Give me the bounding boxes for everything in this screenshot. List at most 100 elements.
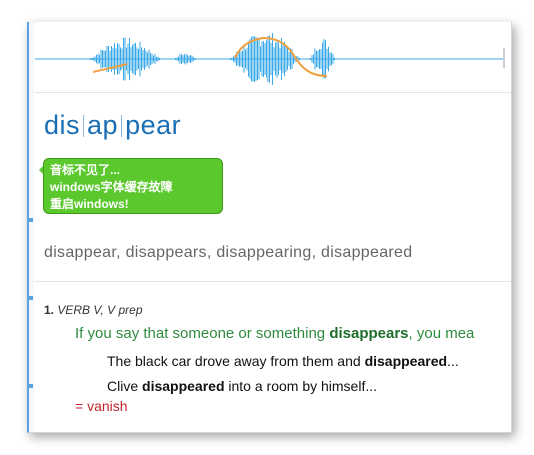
waveform-bar xyxy=(194,58,196,60)
waveform-bar xyxy=(230,58,231,60)
waveform-bar xyxy=(148,49,150,69)
synonym-link[interactable]: = vanish xyxy=(75,398,128,414)
error-tooltip[interactable]: 音标不见了... windows字体缓存故障 重启windows! xyxy=(43,158,223,214)
waveform-bar xyxy=(246,47,248,71)
waveform-bar xyxy=(251,36,252,82)
syllable-1: dis xyxy=(44,110,81,140)
example-sentence: Clive disappeared into a room by himself… xyxy=(107,378,377,394)
section-divider xyxy=(35,281,511,282)
pronunciation-waveform[interactable] xyxy=(35,28,505,90)
waveform-bar xyxy=(275,42,276,76)
waveform-bar xyxy=(243,45,245,73)
waveform-bar xyxy=(181,53,182,65)
example-text: ... xyxy=(447,353,459,369)
waveform-bar xyxy=(288,51,290,67)
syllable-separator xyxy=(83,115,85,137)
waveform-bar xyxy=(313,54,314,64)
waveform-bar xyxy=(319,49,320,69)
waveform-bar xyxy=(96,54,97,64)
waveform-bar xyxy=(150,52,151,66)
waveform-bar xyxy=(322,42,323,76)
waveform-bar xyxy=(254,36,255,82)
waveform-bar xyxy=(326,48,328,70)
definition-suffix: , you mea xyxy=(408,325,475,342)
waveform-bar xyxy=(117,43,118,75)
waveform-bar xyxy=(266,40,267,78)
headword: dis ap pear xyxy=(44,110,181,141)
waveform-bar xyxy=(272,33,273,85)
waveform-bar xyxy=(147,52,148,66)
position-marker xyxy=(29,384,33,388)
waveform-bar xyxy=(325,39,326,79)
waveform-bar xyxy=(320,49,322,69)
waveform-bar xyxy=(193,57,194,61)
waveform-bar xyxy=(139,41,141,77)
waveform-bar xyxy=(187,55,188,63)
definition-keyword: disappears xyxy=(329,325,409,342)
waveform-bar xyxy=(159,58,160,60)
waveform-bar xyxy=(281,38,282,80)
grammar-pattern: VERB V, V prep xyxy=(57,303,143,317)
example-keyword: disappeared xyxy=(364,353,448,369)
waveform-bar xyxy=(94,56,96,62)
waveform-bar xyxy=(316,50,317,68)
waveform-bar xyxy=(188,55,190,63)
waveform-bar xyxy=(127,43,129,75)
waveform-bar xyxy=(299,57,300,61)
waveform-bar xyxy=(118,43,120,75)
waveform-bar xyxy=(191,55,193,63)
position-marker xyxy=(29,296,33,300)
waveform-cursor xyxy=(503,48,505,68)
waveform-bar xyxy=(255,37,257,81)
waveform-bar xyxy=(91,57,93,61)
example-sentence: The black car drove away from them and d… xyxy=(107,353,459,369)
tooltip-line: 重启windows! xyxy=(50,197,129,211)
waveform-bar xyxy=(185,53,187,65)
example-text: Clive xyxy=(107,378,143,394)
waveform-bar xyxy=(120,47,121,71)
waveform-bar xyxy=(153,55,154,63)
waveform-bar xyxy=(129,37,130,81)
sense-definition: If you say that someone or something dis… xyxy=(75,325,474,342)
waveform-bar xyxy=(314,48,316,70)
waveform-bar xyxy=(142,50,144,68)
waveform-bar xyxy=(284,41,285,77)
waveform-bar xyxy=(233,56,234,62)
waveform-bar xyxy=(97,53,99,65)
waveform-bar xyxy=(135,42,136,76)
position-marker xyxy=(29,218,33,222)
waveform-bar xyxy=(176,57,178,61)
waveform-bar xyxy=(179,54,181,64)
waveform-bar xyxy=(136,47,138,71)
waveform-bar xyxy=(93,57,94,61)
waveform-bar xyxy=(154,53,156,65)
example-text: The black car drove away from them and xyxy=(107,353,365,369)
waveform-bar xyxy=(114,43,115,75)
waveform-bar xyxy=(103,50,105,68)
waveform-bar xyxy=(157,56,159,62)
waveform-bar xyxy=(248,41,249,77)
waveform-bar xyxy=(182,55,184,63)
example-text: into a room by himself... xyxy=(224,378,378,394)
waveform-bar xyxy=(328,46,329,72)
waveform-bar xyxy=(331,52,332,66)
waveform-bar xyxy=(151,53,153,65)
waveform-bar xyxy=(334,57,335,61)
waveform-bar xyxy=(258,38,260,80)
waveform-bar xyxy=(239,51,240,67)
waveform-bar xyxy=(109,50,111,68)
waveform-bar xyxy=(130,47,132,71)
waveform-bar xyxy=(123,37,124,81)
waveform-bar xyxy=(276,40,278,78)
waveform-bar xyxy=(99,54,100,64)
waveform-bar xyxy=(269,35,270,83)
waveform-bar xyxy=(332,54,334,64)
waveform-bar xyxy=(267,35,269,83)
inflection-forms: disappear, disappears, disappearing, dis… xyxy=(44,244,413,261)
waveform-bar xyxy=(133,43,135,75)
tooltip-line: windows字体缓存故障 xyxy=(50,180,173,194)
waveform-bar xyxy=(282,45,284,73)
waveform-bar xyxy=(90,58,91,60)
waveform-bar xyxy=(273,47,275,71)
example-keyword: disappeared xyxy=(142,378,225,394)
